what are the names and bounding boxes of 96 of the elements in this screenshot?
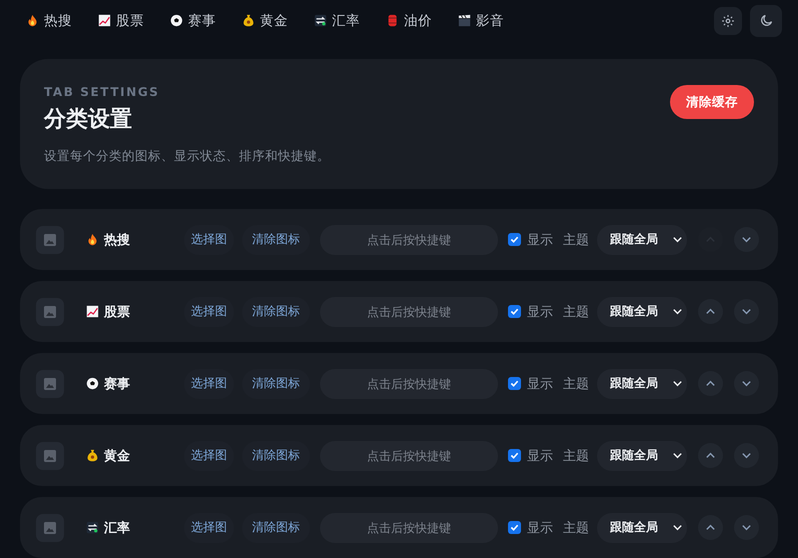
theme-label: 主题 xyxy=(563,232,589,248)
shortcut-field[interactable]: 点击后按快捷键 xyxy=(320,296,498,326)
flame-icon xyxy=(86,233,99,246)
clear-icon-button[interactable]: 清除图标 xyxy=(242,296,310,326)
move-up-button[interactable] xyxy=(698,443,723,468)
shortcut-field[interactable]: 点击后按快捷键 xyxy=(320,224,498,254)
image-button[interactable] xyxy=(36,370,64,398)
clear-cache-button[interactable]: 清除缓存 xyxy=(670,85,754,119)
section-eyebrow: TAB SETTINGS xyxy=(44,85,161,99)
nav-tab[interactable]: 股票 xyxy=(98,12,144,30)
move-up-button[interactable] xyxy=(698,515,723,540)
money-bag-icon xyxy=(242,14,255,27)
show-label: 显示 xyxy=(527,232,553,248)
show-label: 显示 xyxy=(527,304,553,320)
image-button[interactable] xyxy=(36,226,64,254)
theme-select[interactable]: 跟随全局 xyxy=(597,224,687,254)
category-name: 赛事 xyxy=(104,376,130,392)
move-down-button[interactable] xyxy=(734,299,759,324)
choose-icon-button[interactable]: 选择图 xyxy=(184,368,234,398)
clear-icon-button[interactable]: 清除图标 xyxy=(242,440,310,470)
image-icon xyxy=(44,306,56,318)
theme-label: 主题 xyxy=(563,520,589,536)
soccer-ball-icon xyxy=(170,14,183,27)
exchange-icon xyxy=(314,14,327,27)
clear-icon-button[interactable]: 清除图标 xyxy=(242,368,310,398)
image-icon xyxy=(44,522,56,534)
soccer-ball-icon xyxy=(86,377,99,390)
move-down-button[interactable] xyxy=(734,371,759,396)
category-name: 汇率 xyxy=(104,520,130,536)
shortcut-field[interactable]: 点击后按快捷键 xyxy=(320,512,498,542)
flame-icon xyxy=(26,14,39,27)
image-button[interactable] xyxy=(36,514,64,542)
choose-icon-button[interactable]: 选择图 xyxy=(184,512,234,542)
settings-button[interactable] xyxy=(714,6,742,34)
choose-icon-button[interactable]: 选择图 xyxy=(184,296,234,326)
moon-icon xyxy=(758,13,774,28)
move-down-button[interactable] xyxy=(734,515,759,540)
theme-select[interactable]: 跟随全局 xyxy=(597,296,687,326)
show-checkbox[interactable] xyxy=(508,449,521,462)
choose-icon-button[interactable]: 选择图 xyxy=(184,224,234,254)
theme-label: 主题 xyxy=(563,448,589,464)
theme-select[interactable]: 跟随全局 xyxy=(597,368,687,398)
nav-tab[interactable]: 热搜 xyxy=(26,12,72,30)
theme-label: 主题 xyxy=(563,304,589,320)
dark-mode-button[interactable] xyxy=(750,4,782,36)
chevron-down-icon xyxy=(741,522,752,533)
image-icon xyxy=(44,378,56,390)
chevron-down-icon xyxy=(741,450,752,461)
move-up-button[interactable] xyxy=(698,299,723,324)
page-description: 设置每个分类的图标、显示状态、排序和快捷键。 xyxy=(44,148,330,165)
shortcut-field[interactable]: 点击后按快捷键 xyxy=(320,440,498,470)
image-icon xyxy=(44,450,56,462)
chart-icon xyxy=(98,14,111,27)
clear-icon-button[interactable]: 清除图标 xyxy=(242,224,310,254)
show-label: 显示 xyxy=(527,520,553,536)
category-name: 黄金 xyxy=(104,448,130,464)
chevron-down-icon xyxy=(672,450,683,461)
nav-tab[interactable]: 黄金 xyxy=(242,12,288,30)
show-checkbox[interactable] xyxy=(508,233,521,246)
show-label: 显示 xyxy=(527,376,553,392)
money-bag-icon xyxy=(86,449,99,462)
move-down-button[interactable] xyxy=(734,227,759,252)
show-checkbox[interactable] xyxy=(508,521,521,534)
show-checkbox[interactable] xyxy=(508,377,521,390)
show-checkbox[interactable] xyxy=(508,305,521,318)
chevron-down-icon xyxy=(741,306,752,317)
nav-tab[interactable]: 赛事 xyxy=(170,12,216,30)
exchange-icon xyxy=(86,521,99,534)
chevron-down-icon xyxy=(672,522,683,533)
nav-tab[interactable]: 汇率 xyxy=(314,12,360,30)
chevron-down-icon xyxy=(672,234,683,245)
category-name: 热搜 xyxy=(104,232,130,248)
theme-label: 主题 xyxy=(563,376,589,392)
page-title: 分类设置 xyxy=(44,106,133,134)
theme-select[interactable]: 跟随全局 xyxy=(597,512,687,542)
move-up-button[interactable] xyxy=(698,371,723,396)
choose-icon-button[interactable]: 选择图 xyxy=(184,440,234,470)
chevron-down-icon xyxy=(672,378,683,389)
image-icon xyxy=(44,234,56,246)
chevron-down-icon xyxy=(741,378,752,389)
barrel-icon xyxy=(386,14,399,27)
chart-icon xyxy=(86,305,99,318)
chevron-down-icon xyxy=(741,234,752,245)
shortcut-field[interactable]: 点击后按快捷键 xyxy=(320,368,498,398)
nav-tab[interactable]: 影音 xyxy=(458,12,504,30)
theme-select[interactable]: 跟随全局 xyxy=(597,440,687,470)
category-name: 股票 xyxy=(104,304,130,320)
move-down-button[interactable] xyxy=(734,443,759,468)
clapperboard-icon xyxy=(458,14,471,27)
image-button[interactable] xyxy=(36,442,64,470)
show-label: 显示 xyxy=(527,448,553,464)
chevron-down-icon xyxy=(672,306,683,317)
nav-tab[interactable]: 油价 xyxy=(386,12,432,30)
clear-icon-button[interactable]: 清除图标 xyxy=(242,512,310,542)
image-button[interactable] xyxy=(36,298,64,326)
settings-icon xyxy=(721,14,735,28)
